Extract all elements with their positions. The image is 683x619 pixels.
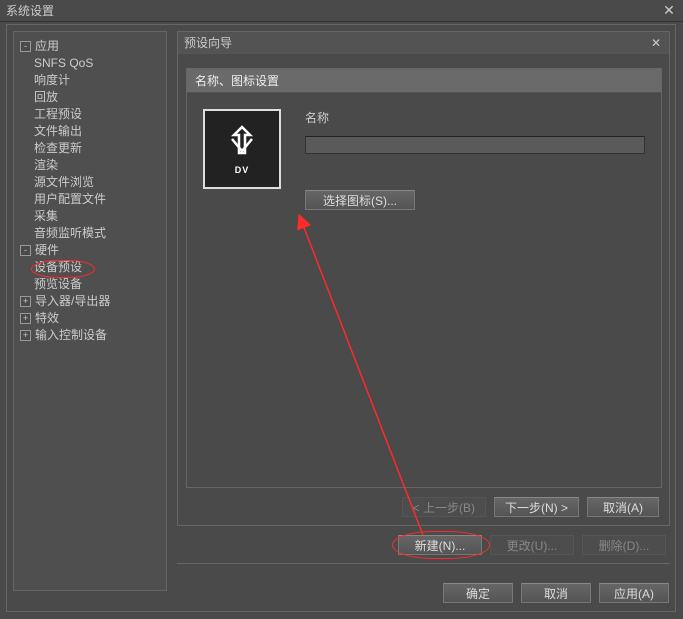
tree-item[interactable]: 音频监听模式 xyxy=(34,225,162,242)
name-label: 名称 xyxy=(305,109,645,126)
tree-toggle[interactable]: + xyxy=(20,296,31,307)
tree-node-hardware[interactable]: -硬件 设备预设 预览设备 xyxy=(20,242,162,293)
separator xyxy=(177,563,670,564)
section-title: 名称、图标设置 xyxy=(195,72,279,89)
window-titlebar: 系统设置 ✕ xyxy=(0,0,683,22)
tree-node-fx[interactable]: +特效 xyxy=(20,310,162,327)
dialog-footer: 确定 取消 应用(A) xyxy=(177,583,669,603)
close-icon[interactable]: ✕ xyxy=(661,3,677,19)
dialog-outer: -应用 SNFS QoS 响度计 回放 工程预设 文件输出 检查更新 渲染 源文… xyxy=(6,24,676,612)
tree-toggle[interactable]: - xyxy=(20,245,31,256)
tree-item[interactable]: 响度计 xyxy=(34,72,162,89)
choose-icon-button[interactable]: 选择图标(S)... xyxy=(305,190,415,210)
settings-tree: -应用 SNFS QoS 响度计 回放 工程预设 文件输出 检查更新 渲染 源文… xyxy=(13,31,167,591)
tree-item-device-preset[interactable]: 设备预设 xyxy=(34,259,162,276)
tree-node-app[interactable]: -应用 SNFS QoS 响度计 回放 工程预设 文件输出 检查更新 渲染 源文… xyxy=(20,38,162,242)
tree-item-preview-device[interactable]: 预览设备 xyxy=(34,276,162,293)
window-title: 系统设置 xyxy=(6,2,54,19)
ok-button[interactable]: 确定 xyxy=(443,583,513,603)
tree-item[interactable]: 用户配置文件 xyxy=(34,191,162,208)
close-icon[interactable]: ✕ xyxy=(649,36,663,50)
tree-item[interactable]: SNFS QoS xyxy=(34,55,162,72)
wizard-body: 名称、图标设置 DV 名称 选择图标(S)... xyxy=(186,68,662,488)
icon-caption: DV xyxy=(235,165,250,175)
tree-toggle[interactable]: + xyxy=(20,313,31,324)
tree-item[interactable]: 源文件浏览 xyxy=(34,174,162,191)
tree-item[interactable]: 采集 xyxy=(34,208,162,225)
preset-wizard: 预设向导 ✕ 名称、图标设置 DV 名称 选择图标(S) xyxy=(177,31,670,526)
wizard-titlebar: 预设向导 ✕ xyxy=(178,32,669,54)
icon-preview: DV xyxy=(203,109,281,189)
tree-node-input[interactable]: +输入控制设备 xyxy=(20,327,162,344)
prev-button: < 上一步(B) xyxy=(402,497,486,517)
delete-button: 删除(D)... xyxy=(582,535,666,555)
tree-node-io[interactable]: +导入器/导出器 xyxy=(20,293,162,310)
name-input[interactable] xyxy=(305,136,645,154)
new-button[interactable]: 新建(N)... xyxy=(398,535,482,555)
next-button[interactable]: 下一步(N) > xyxy=(494,497,579,517)
apply-button[interactable]: 应用(A) xyxy=(599,583,669,603)
dv-icon xyxy=(222,123,262,163)
tree-item[interactable]: 回放 xyxy=(34,89,162,106)
wizard-title-text: 预设向导 xyxy=(184,34,232,51)
preset-actions: 新建(N)... 更改(U)... 删除(D)... xyxy=(177,535,670,555)
cancel-button[interactable]: 取消 xyxy=(521,583,591,603)
tree-item[interactable]: 工程预设 xyxy=(34,106,162,123)
tree-toggle[interactable]: + xyxy=(20,330,31,341)
section-header: 名称、图标设置 xyxy=(187,69,661,93)
tree-item[interactable]: 渲染 xyxy=(34,157,162,174)
tree-toggle[interactable]: - xyxy=(20,41,31,52)
wizard-cancel-button[interactable]: 取消(A) xyxy=(587,497,659,517)
change-button: 更改(U)... xyxy=(490,535,574,555)
tree-item[interactable]: 检查更新 xyxy=(34,140,162,157)
tree-item[interactable]: 文件输出 xyxy=(34,123,162,140)
